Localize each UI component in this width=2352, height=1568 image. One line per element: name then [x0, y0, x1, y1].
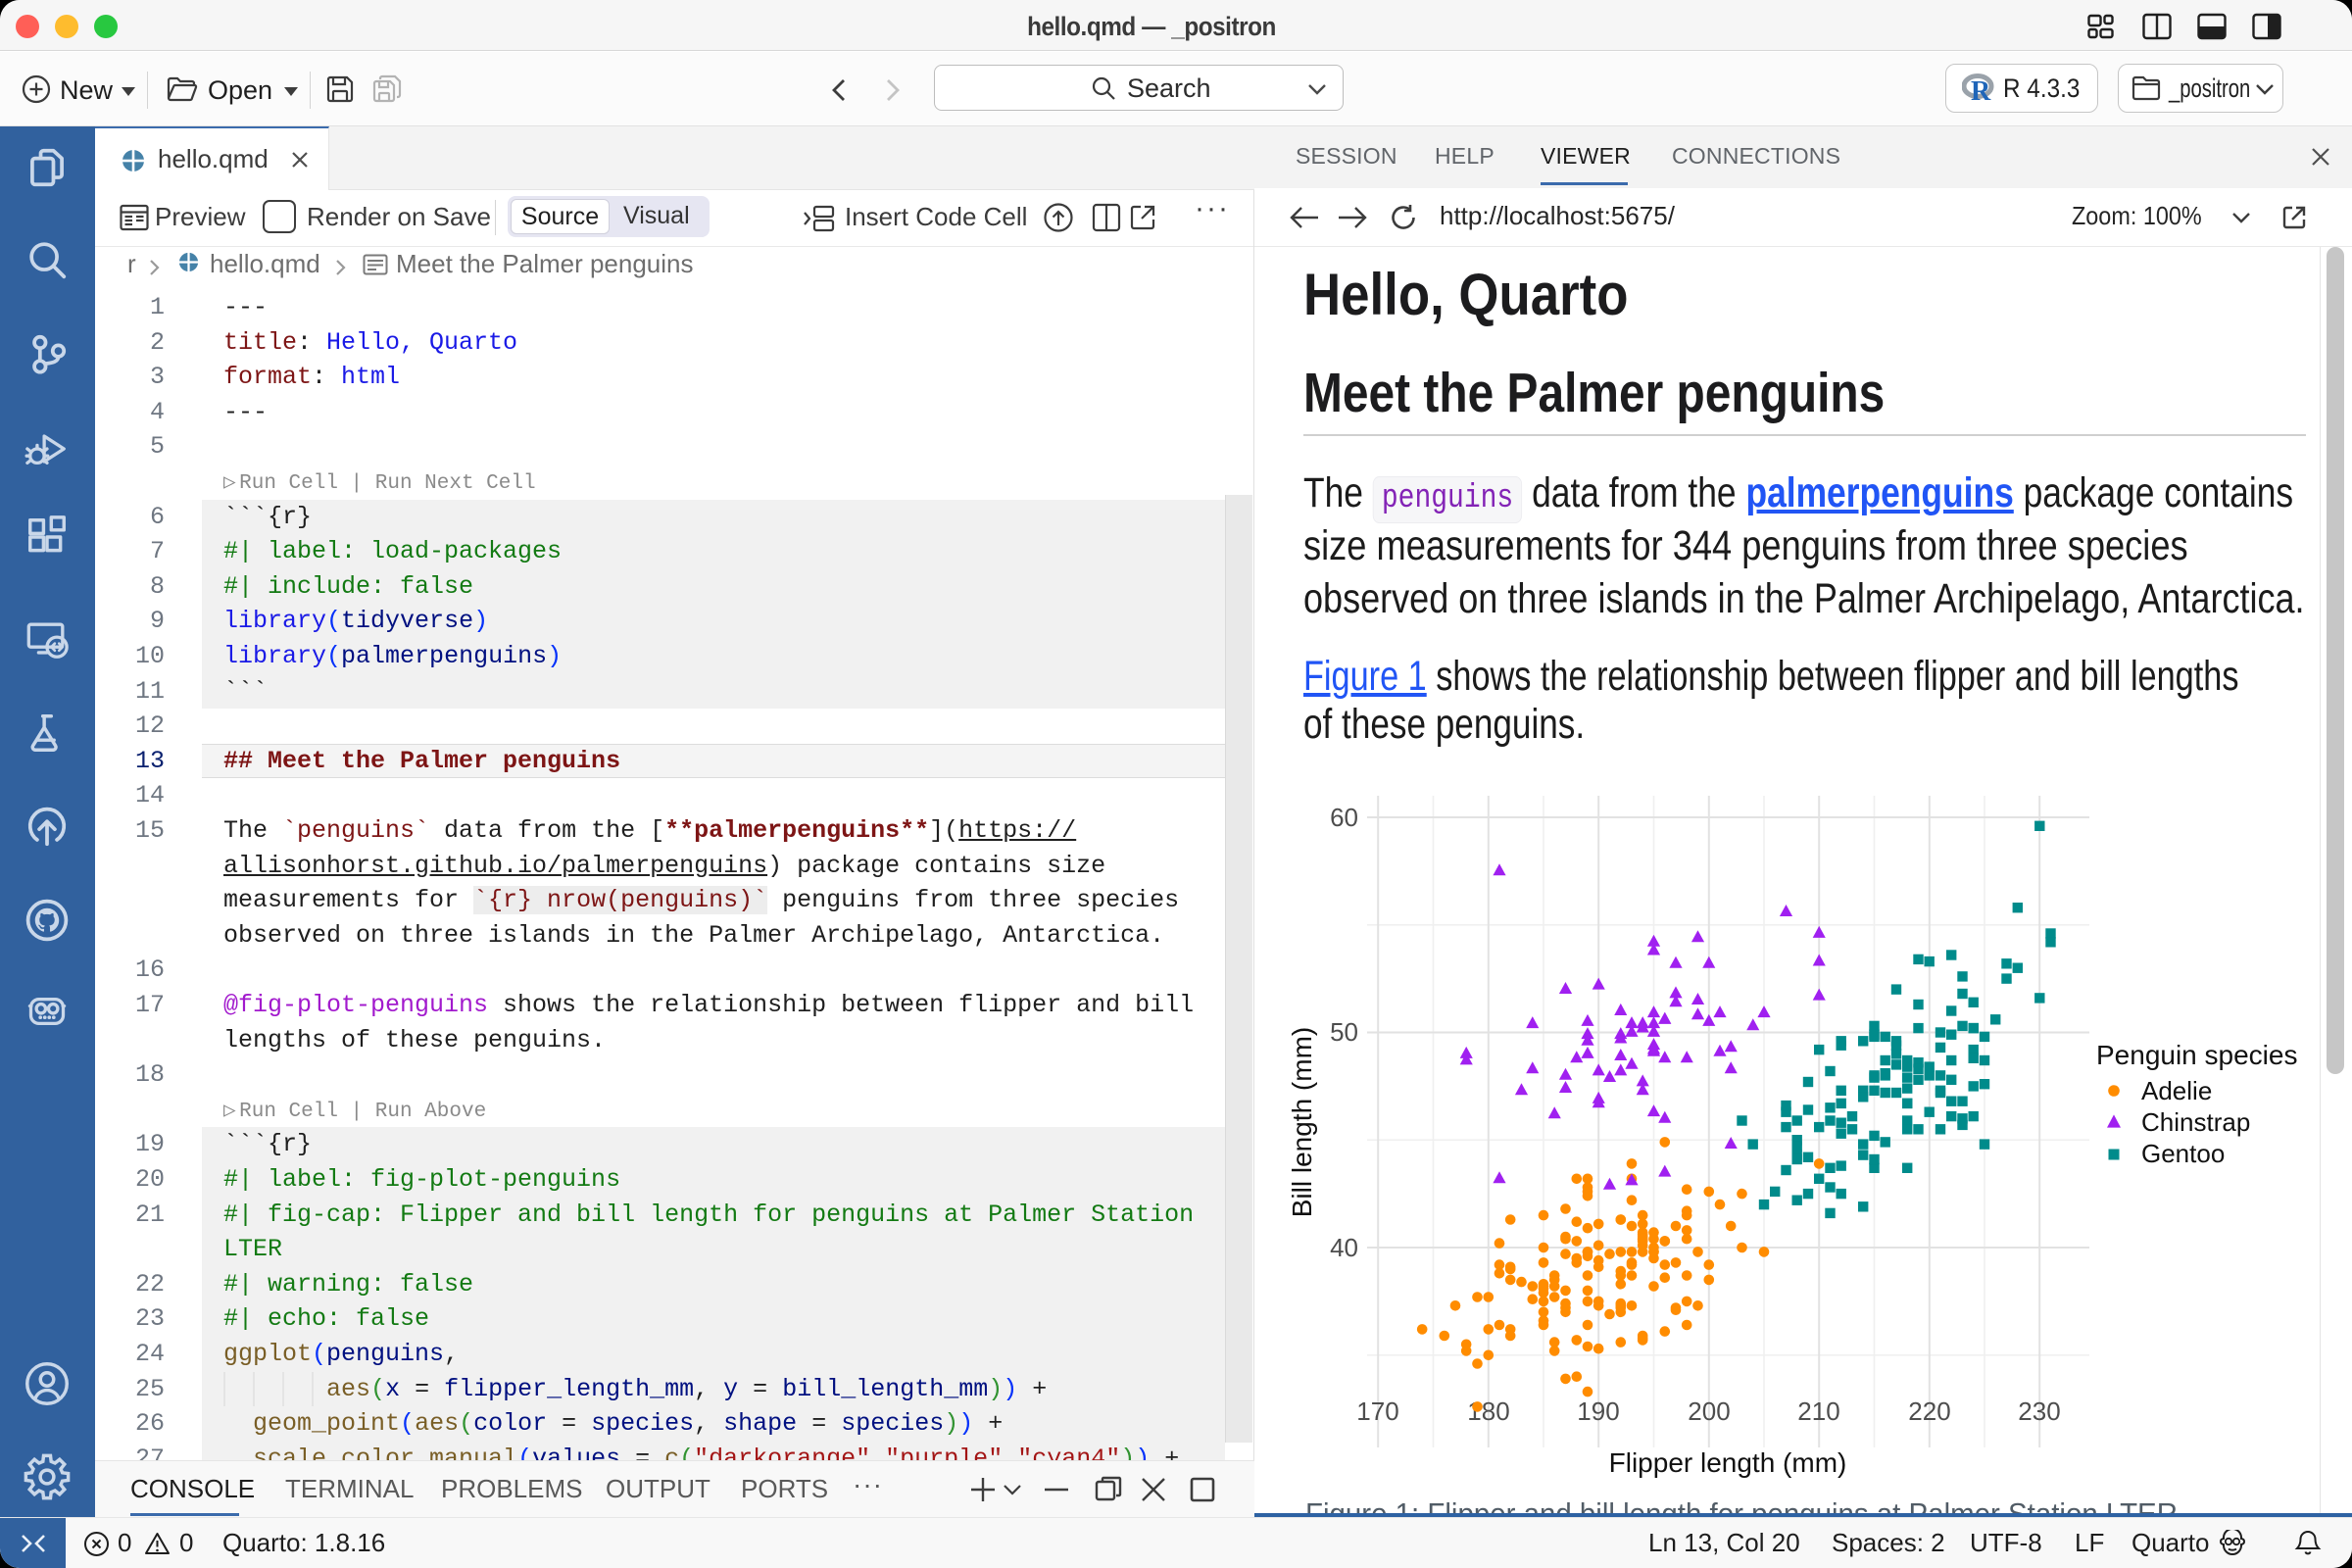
svg-text:Gentoo: Gentoo [2141, 1139, 2225, 1168]
svg-text:Chinstrap: Chinstrap [2141, 1107, 2250, 1137]
svg-text:Adelie: Adelie [2141, 1076, 2212, 1105]
svg-text:210: 210 [1797, 1396, 1839, 1426]
svg-text:200: 200 [1688, 1396, 1730, 1426]
svg-text:Flipper length (mm): Flipper length (mm) [1609, 1447, 1847, 1478]
svg-text:40: 40 [1330, 1233, 1358, 1262]
svg-text:Bill length (mm): Bill length (mm) [1287, 1027, 1317, 1217]
svg-text:220: 220 [1908, 1396, 1950, 1426]
svg-text:50: 50 [1330, 1017, 1358, 1047]
svg-text:60: 60 [1330, 803, 1358, 832]
svg-text:230: 230 [2018, 1396, 2060, 1426]
svg-text:190: 190 [1577, 1396, 1619, 1426]
svg-text:Penguin species: Penguin species [2096, 1040, 2297, 1070]
svg-text:180: 180 [1467, 1396, 1509, 1426]
svg-text:170: 170 [1356, 1396, 1398, 1426]
svg-text:R: R [1971, 76, 1991, 103]
